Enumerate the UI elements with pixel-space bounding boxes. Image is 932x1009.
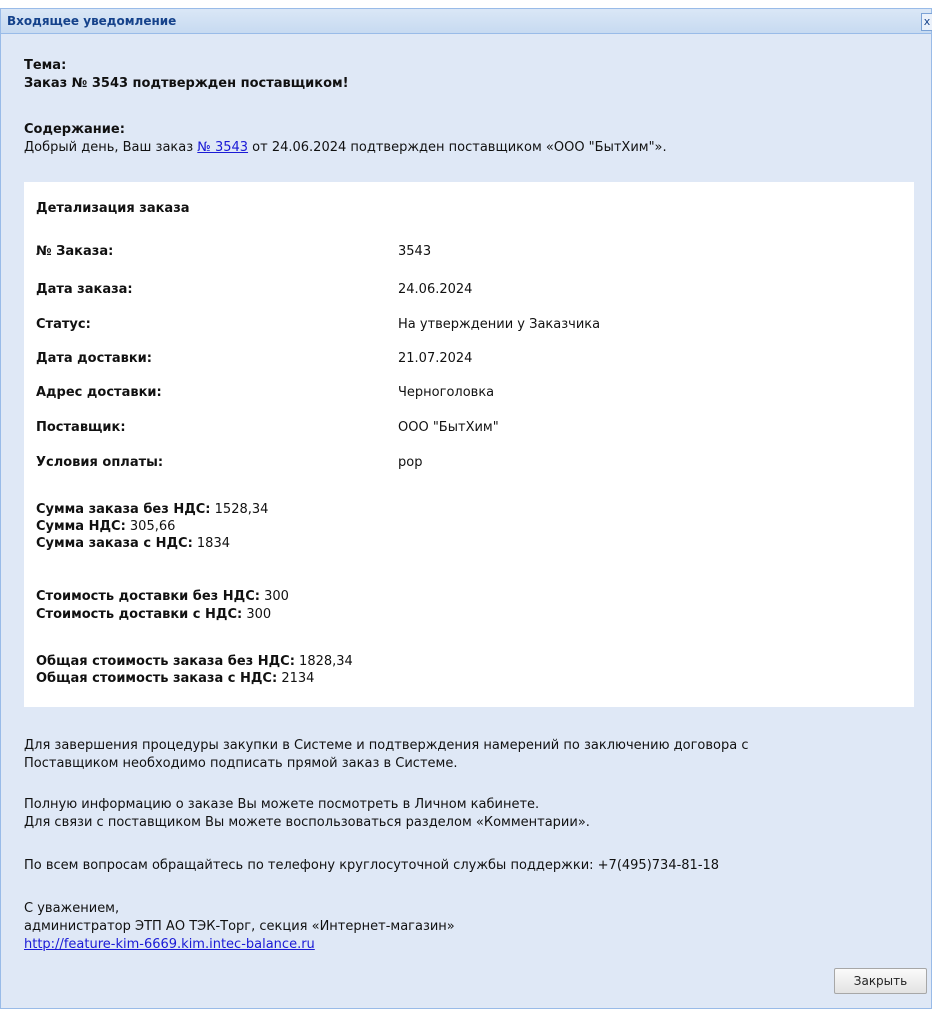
sum-line: Стоимость доставки с НДС: 300 <box>36 606 271 623</box>
close-icon[interactable]: x <box>921 13 932 31</box>
content-text-after: от 24.06.2024 подтвержден поставщиком «О… <box>248 140 667 155</box>
detail-value: 3543 <box>398 244 432 259</box>
detail-label: Условия оплаты: <box>36 455 164 470</box>
sum-label: Общая стоимость заказа без НДС: <box>36 654 295 669</box>
sum-value: 300 <box>259 589 289 604</box>
sum-line: Сумма заказа без НДС: 1528,34 <box>36 501 268 518</box>
sum-line: Сумма заказа с НДС: 1834 <box>36 535 230 552</box>
order-details-panel: Детализация заказа № Заказа: 3543 Дата з… <box>24 182 914 707</box>
sum-line: Сумма НДС: 305,66 <box>36 518 175 535</box>
window-titlebar: Входящее уведомление x <box>1 9 932 34</box>
detail-value: 24.06.2024 <box>398 282 473 297</box>
detail-row: № Заказа: 3543 <box>36 244 896 262</box>
signature-line: администратор ЭТП АО ТЭК-Торг, секция «И… <box>24 919 455 934</box>
sum-line: Стоимость доставки без НДС: 300 <box>36 588 289 605</box>
content-label: Содержание: <box>24 122 125 137</box>
sum-label: Общая стоимость заказа с НДС: <box>36 671 278 686</box>
detail-label: № Заказа: <box>36 244 114 259</box>
detail-value: pop <box>398 455 423 470</box>
detail-label: Дата заказа: <box>36 282 133 297</box>
detail-label: Поставщик: <box>36 420 126 435</box>
close-button[interactable]: Закрыть <box>834 968 927 994</box>
detail-row: Дата заказа: 24.06.2024 <box>36 282 896 300</box>
subject-section: Тема: Заказ № 3543 подтвержден поставщик… <box>24 57 914 93</box>
footer-text: Для завершения процедуры закупки в Систе… <box>24 738 749 753</box>
subject-label: Тема: <box>24 58 67 73</box>
detail-value: На утверждении у Заказчика <box>398 317 601 332</box>
content-text: Добрый день, Ваш заказ № 3543 от 24.06.2… <box>24 139 914 157</box>
detail-label: Статус: <box>36 317 91 332</box>
sum-value: 1528,34 <box>210 502 269 517</box>
sum-label: Сумма заказа с НДС: <box>36 536 193 551</box>
detail-value: ООО "БытХим" <box>398 420 499 435</box>
sum-label: Стоимость доставки без НДС: <box>36 589 260 604</box>
sum-value: 300 <box>242 607 272 622</box>
order-link[interactable]: № 3543 <box>197 140 248 155</box>
sum-value: 2134 <box>277 671 315 686</box>
sum-label: Сумма НДС: <box>36 519 126 534</box>
content-section: Содержание: Добрый день, Ваш заказ № 354… <box>24 121 914 157</box>
detail-value: 21.07.2024 <box>398 351 473 366</box>
detail-row: Условия оплаты: pop <box>36 455 896 473</box>
footer-paragraph-support: По всем вопросам обращайтесь по телефону… <box>24 857 914 875</box>
footer-signature: С уважением, администратор ЭТП АО ТЭК-То… <box>24 900 914 954</box>
detail-row: Статус: На утверждении у Заказчика <box>36 317 896 335</box>
subject-value: Заказ № 3543 подтвержден поставщиком! <box>24 76 349 91</box>
footer-text: Поставщиком необходимо подписать прямой … <box>24 756 458 771</box>
sum-line: Общая стоимость заказа с НДС: 2134 <box>36 670 314 687</box>
sum-label: Сумма заказа без НДС: <box>36 502 211 517</box>
detail-value: Черноголовка <box>398 385 495 400</box>
detail-row: Поставщик: ООО "БытХим" <box>36 420 896 438</box>
detail-label: Адрес доставки: <box>36 385 162 400</box>
window-title: Входящее уведомление <box>7 14 177 28</box>
sum-value: 305,66 <box>125 519 176 534</box>
footer-text: Для связи с поставщиком Вы можете воспол… <box>24 815 590 830</box>
sum-value: 1828,34 <box>294 654 353 669</box>
detail-row: Дата доставки: 21.07.2024 <box>36 351 896 369</box>
site-link[interactable]: http://feature-kim-6669.kim.intec-balanc… <box>24 937 315 952</box>
content-text-before: Добрый день, Ваш заказ <box>24 140 198 155</box>
footer-paragraph-signing: Для завершения процедуры закупки в Систе… <box>24 737 914 773</box>
details-title: Детализация заказа <box>36 201 190 216</box>
footer-text: По всем вопросам обращайтесь по телефону… <box>24 858 720 873</box>
detail-label: Дата доставки: <box>36 351 152 366</box>
signature-line: С уважением, <box>24 901 120 916</box>
sum-line: Общая стоимость заказа без НДС: 1828,34 <box>36 653 353 670</box>
footer-paragraph-info: Полную информацию о заказе Вы можете пос… <box>24 796 914 832</box>
sum-label: Стоимость доставки с НДС: <box>36 607 243 622</box>
sum-value: 1834 <box>192 536 230 551</box>
detail-row: Адрес доставки: Черноголовка <box>36 385 896 403</box>
footer-text: Полную информацию о заказе Вы можете пос… <box>24 797 540 812</box>
